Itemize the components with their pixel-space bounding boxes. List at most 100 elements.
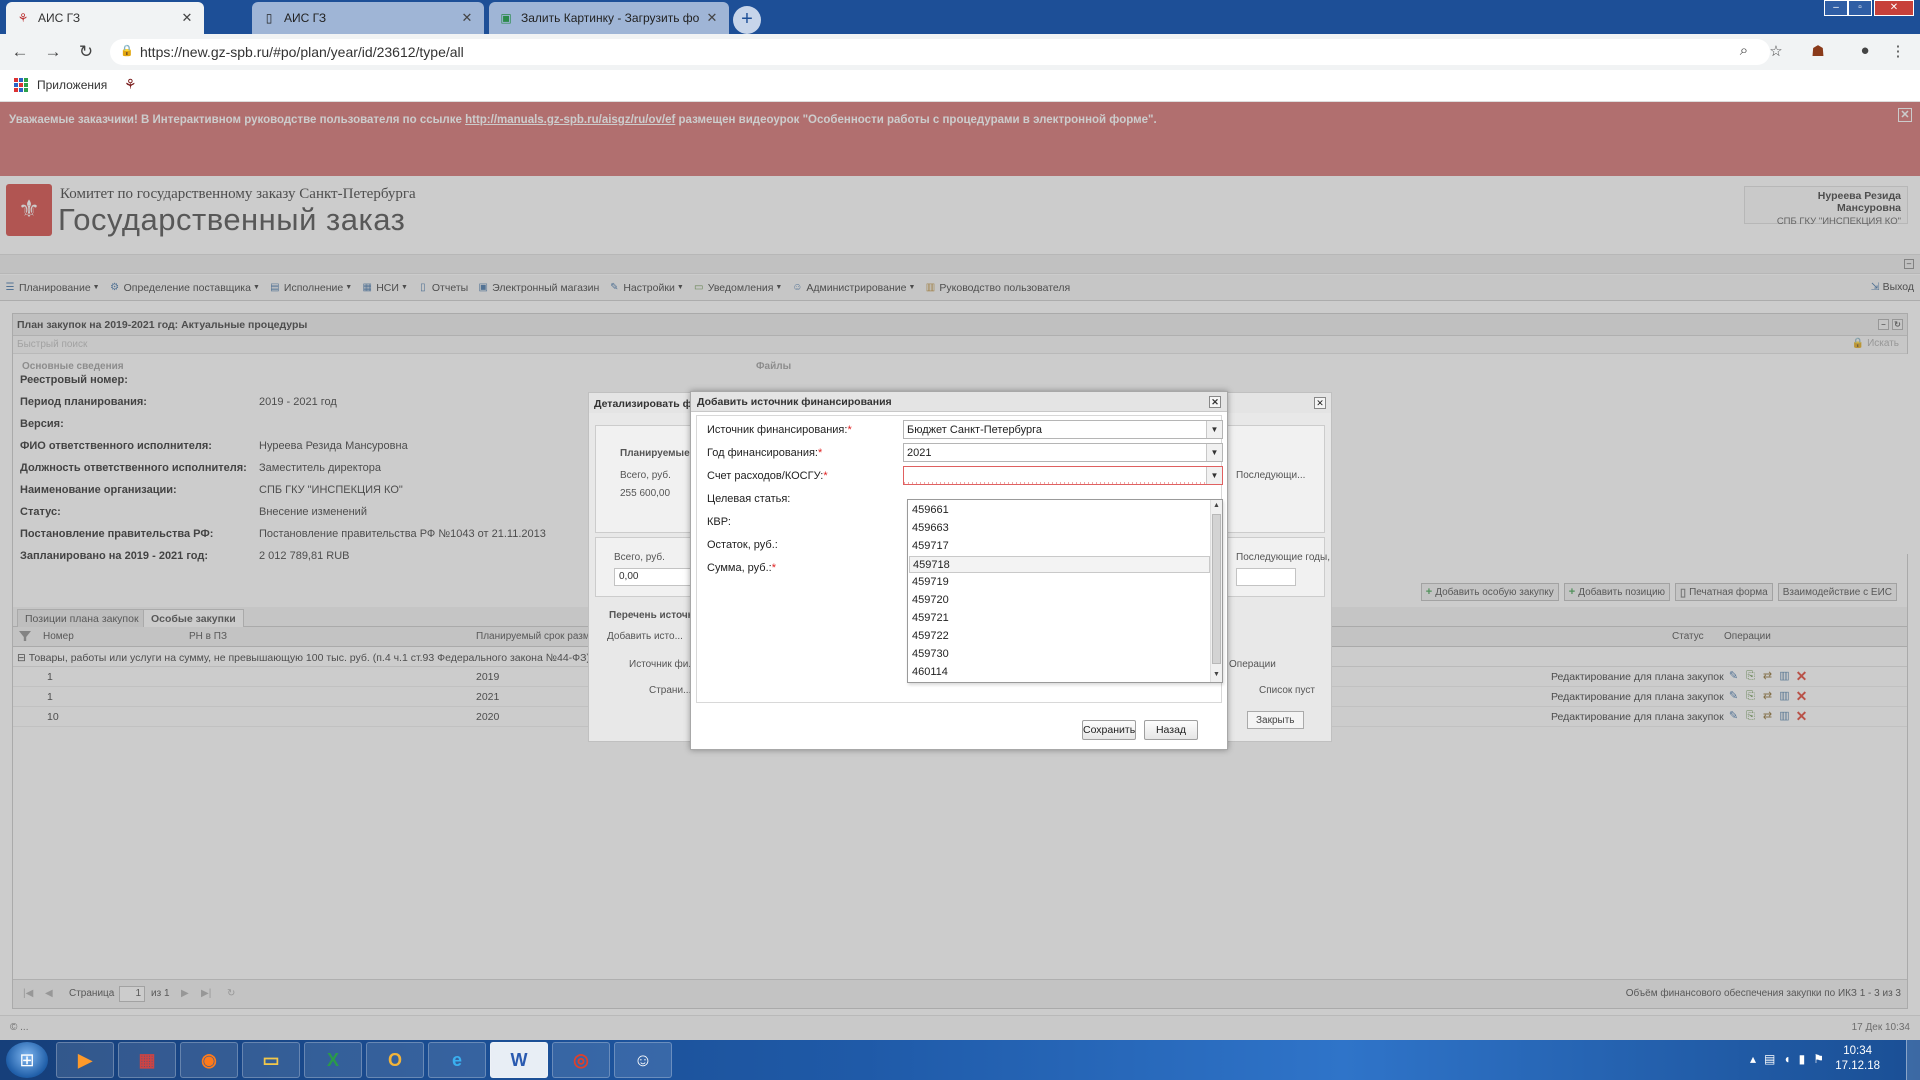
apps-grid-icon[interactable] xyxy=(14,78,28,92)
year-combo[interactable]: 2021 ▼ xyxy=(903,443,1223,462)
dropdown-option[interactable]: 459717 xyxy=(909,538,1210,555)
network-icon[interactable]: ▤ xyxy=(1764,1052,1775,1066)
minimize-button[interactable]: – xyxy=(1824,0,1848,16)
explorer-icon[interactable]: ▭ xyxy=(242,1042,300,1078)
windows-taskbar: ⊞ ▶ ▦ ◉ ▭ X O e W ◎ ☺ ▴ ▤ ◖ ▮ ⚑ 10:34 17… xyxy=(0,1040,1920,1080)
required-star: * xyxy=(823,470,828,482)
empty-list-label: Список пуст xyxy=(1259,685,1315,696)
source-label: Источник финансирования:* xyxy=(707,424,852,436)
tab-title: Залить Картинку - Загрузить фо xyxy=(521,11,700,25)
volume-icon[interactable]: ◖ xyxy=(1783,1052,1790,1066)
browser-tab-3[interactable]: ▣ Залить Картинку - Загрузить фо ✕ xyxy=(489,2,729,34)
modal-title: Добавить источник финансирования xyxy=(697,396,892,408)
browser-tab-1[interactable]: ⚘ АИС ГЗ ✕ xyxy=(6,2,204,34)
start-button[interactable]: ⊞ xyxy=(6,1042,48,1078)
reload-icon[interactable]: ↻ xyxy=(76,42,96,62)
add-source-button[interactable]: Добавить исто... xyxy=(607,631,683,642)
year-label-text: Год финансирования: xyxy=(707,447,818,459)
tab-title: АИС ГЗ xyxy=(284,11,327,25)
chevron-down-icon[interactable]: ▼ xyxy=(1206,467,1222,484)
bookmark-app-icon[interactable]: ⚘ xyxy=(124,76,137,93)
dropdown-option[interactable]: 459722 xyxy=(909,628,1210,645)
forward-icon[interactable]: → xyxy=(43,42,63,62)
add-financing-source-dialog: Добавить источник финансирования ✕ Источ… xyxy=(690,391,1228,750)
sources-list-label: Перечень источн... xyxy=(609,610,703,621)
browser-tab-2[interactable]: ▯ АИС ГЗ ✕ xyxy=(252,2,484,34)
account-label-text: Счет расходов/КОСГУ: xyxy=(707,470,824,482)
account-combo[interactable]: ▼ xyxy=(903,466,1223,485)
power-icon[interactable]: ▮ xyxy=(1799,1052,1806,1066)
outlook-icon[interactable]: O xyxy=(366,1042,424,1078)
source-combo[interactable]: Бюджет Санкт-Петербурга ▼ xyxy=(903,420,1223,439)
required-star: * xyxy=(771,562,776,574)
address-bar: ← → ↻ 🔒 https://new.gz-spb.ru/#po/plan/y… xyxy=(0,34,1920,70)
winrar-icon[interactable]: ▦ xyxy=(118,1042,176,1078)
account-dropdown-list: 459661 459663 459717 459718 459719 45972… xyxy=(907,499,1223,683)
tray-arrow-icon[interactable]: ▴ xyxy=(1750,1052,1756,1066)
dropdown-option[interactable]: 459730 xyxy=(909,646,1210,663)
dropdown-option[interactable]: 460114 xyxy=(909,664,1210,681)
required-star: * xyxy=(847,424,852,436)
tab-close-icon[interactable]: ✕ xyxy=(460,10,474,26)
scroll-up-icon[interactable]: ▲ xyxy=(1211,500,1222,512)
new-tab-button[interactable]: + xyxy=(733,6,761,34)
show-desktop-button[interactable] xyxy=(1906,1040,1920,1080)
app-user-icon[interactable]: ☺ xyxy=(614,1042,672,1078)
sum-label-text: Сумма, руб.: xyxy=(707,562,772,574)
required-star: * xyxy=(817,447,823,459)
maximize-button[interactable]: ▫ xyxy=(1848,0,1872,16)
target-label: Целевая статья: xyxy=(707,493,791,505)
browser-tab-bar: ⚘ АИС ГЗ ✕ ▯ АИС ГЗ ✕ ▣ Залить Картинку … xyxy=(0,0,1920,34)
apps-bookmark[interactable]: Приложения xyxy=(37,78,107,92)
tab-title: АИС ГЗ xyxy=(38,11,81,25)
scroll-down-icon[interactable]: ▼ xyxy=(1211,669,1222,681)
dropdown-option-hovered[interactable]: 459718 xyxy=(909,556,1210,573)
flag-icon[interactable]: ⚑ xyxy=(1813,1052,1824,1066)
back-icon[interactable]: ← xyxy=(10,42,30,62)
account-label: Счет расходов/КОСГУ:* xyxy=(707,470,828,482)
excel-icon[interactable]: X xyxy=(304,1042,362,1078)
word-icon[interactable]: W xyxy=(490,1042,548,1078)
sum-label: Сумма, руб.:* xyxy=(707,562,776,574)
scrollbar-thumb[interactable] xyxy=(1212,514,1221,664)
menu-dots-icon[interactable]: ⋮ xyxy=(1888,42,1908,62)
url-field[interactable]: 🔒 https://new.gz-spb.ru/#po/plan/year/id… xyxy=(110,39,1770,65)
chevron-down-icon[interactable]: ▼ xyxy=(1206,421,1222,438)
close-icon[interactable]: ✕ xyxy=(1209,396,1221,408)
next-years-label: Последующи... xyxy=(1236,470,1306,481)
media-player-icon[interactable]: ▶ xyxy=(56,1042,114,1078)
dropdown-option[interactable]: 459720 xyxy=(909,592,1210,609)
dropdown-option[interactable]: 459661 xyxy=(909,502,1210,519)
internet-explorer-icon[interactable]: e xyxy=(428,1042,486,1078)
window-close-button[interactable]: ✕ xyxy=(1874,0,1914,16)
dropdown-option[interactable]: 459721 xyxy=(909,610,1210,627)
source-value: Бюджет Санкт-Петербурга xyxy=(907,424,1042,436)
page-label: Страни... xyxy=(649,685,692,696)
image-favicon-icon: ▣ xyxy=(500,11,512,25)
tab-close-icon[interactable]: ✕ xyxy=(705,10,719,26)
extension-icon[interactable]: ☗ xyxy=(1808,42,1828,62)
dropdown-scrollbar[interactable]: ▲ ▼ xyxy=(1210,500,1222,682)
lock-icon: 🔒 xyxy=(120,45,134,57)
profile-icon[interactable]: ● xyxy=(1855,42,1875,62)
chrome-icon[interactable]: ◎ xyxy=(552,1042,610,1078)
modal-body: Источник финансирования:* Бюджет Санкт-П… xyxy=(696,415,1223,703)
chevron-down-icon[interactable]: ▼ xyxy=(1206,444,1222,461)
clock[interactable]: 10:34 17.12.18 xyxy=(1835,1044,1880,1074)
total-input[interactable]: 0,00 xyxy=(614,568,694,586)
kvr-label: КВР: xyxy=(707,516,731,528)
dropdown-option[interactable]: 459719 xyxy=(909,574,1210,591)
app-favicon-icon: ⚘ xyxy=(17,11,29,25)
save-button[interactable]: Сохранить xyxy=(1082,720,1136,740)
tab-close-icon[interactable]: ✕ xyxy=(180,10,194,26)
close-button[interactable]: Закрыть xyxy=(1247,711,1304,729)
next-years-input[interactable] xyxy=(1236,568,1296,586)
dropdown-option[interactable]: 459663 xyxy=(909,520,1210,537)
star-icon[interactable]: ☆ xyxy=(1766,42,1786,62)
close-icon[interactable]: ✕ xyxy=(1314,397,1326,409)
bookmarks-bar: Приложения ⚘ xyxy=(0,70,1920,102)
back-button[interactable]: Назад xyxy=(1144,720,1198,740)
zoom-icon[interactable]: ⌕ xyxy=(1734,42,1754,62)
firefox-icon[interactable]: ◉ xyxy=(180,1042,238,1078)
total-label: Всего, руб. xyxy=(620,470,671,481)
